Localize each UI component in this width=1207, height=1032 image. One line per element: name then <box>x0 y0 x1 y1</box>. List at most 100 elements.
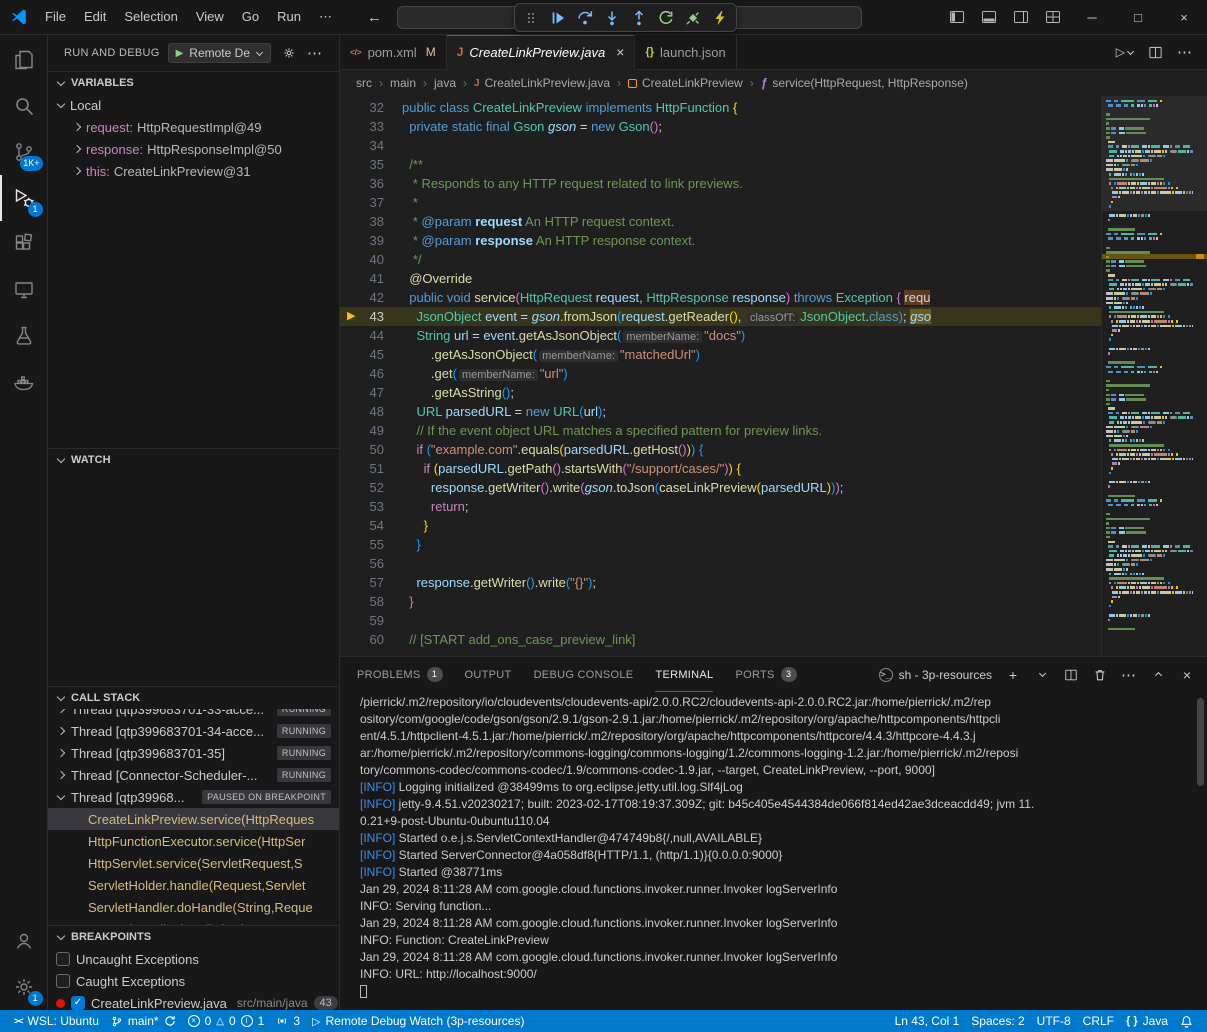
debug-step-over-button[interactable] <box>576 9 594 27</box>
debug-step-out-button[interactable] <box>630 9 648 27</box>
thread-row[interactable]: Thread [qtp399683701-33-acce...RUNNING <box>48 709 339 720</box>
stack-frame-row[interactable]: ScopedHandler.handle(String,Requ <box>48 918 339 925</box>
code-line[interactable]: 52 response.getWriter().write(gson.toJso… <box>340 478 1101 497</box>
code-line[interactable]: 32public class CreateLinkPreview impleme… <box>340 98 1101 117</box>
close-panel-icon[interactable]: × <box>1179 667 1195 683</box>
thread-row[interactable]: Thread [qtp399683701-35]RUNNING <box>48 742 339 764</box>
code-line[interactable]: 40 */ <box>340 250 1101 269</box>
debug-status[interactable]: ▷ Remote Debug Watch (3p-resources) <box>306 1010 530 1032</box>
ports-indicator[interactable]: 3 <box>270 1010 306 1032</box>
breakpoint-checkbox[interactable] <box>56 952 70 966</box>
code-line[interactable]: 56 <box>340 554 1101 573</box>
menu-item[interactable]: File <box>36 4 75 30</box>
sidebar-more-actions-icon[interactable]: ⋯ <box>307 44 323 62</box>
stack-frame-row[interactable]: CreateLinkPreview.service(HttpReques <box>48 808 339 830</box>
breakpoint-checkbox[interactable] <box>56 974 70 988</box>
code-line[interactable]: 49 // If the event object URL matches a … <box>340 421 1101 440</box>
search-icon[interactable] <box>0 83 48 129</box>
variable-row-request[interactable]: request:HttpRequestImpl@49 <box>48 116 339 138</box>
code-line[interactable]: 39 * @param response An HTTP response co… <box>340 231 1101 250</box>
run-java-button[interactable]: ▷ <box>1116 45 1134 59</box>
breadcrumb-item[interactable]: ƒservice(HttpRequest, HttpResponse) <box>761 76 968 90</box>
menu-item[interactable]: Go <box>233 4 268 30</box>
split-editor-icon[interactable] <box>1148 45 1163 60</box>
code-line[interactable]: 35 /** <box>340 155 1101 174</box>
terminal-scrollbar[interactable] <box>1197 698 1204 786</box>
code-line[interactable]: 44 String url = event.getAsJsonObject(me… <box>340 326 1101 345</box>
menu-item[interactable]: Selection <box>115 4 186 30</box>
code-line[interactable]: 37 * <box>340 193 1101 212</box>
breakpoint-row[interactable]: ✓CreateLinkPreview.javasrc/main/java43 <box>48 992 339 1010</box>
breadcrumb-item[interactable]: CreateLinkPreview <box>628 76 743 90</box>
notifications-bell[interactable] <box>1174 1010 1199 1032</box>
panel-tab-output[interactable]: OUTPUT <box>465 657 512 692</box>
problems-indicator[interactable]: × 0 △ 0 i 1 <box>182 1010 271 1032</box>
code-line[interactable]: 38 * @param request An HTTP request cont… <box>340 212 1101 231</box>
menu-item[interactable]: ⋯ <box>310 4 341 30</box>
eol-indicator[interactable]: CRLF <box>1077 1010 1120 1032</box>
toolbar-drag-grip[interactable] <box>522 9 540 27</box>
panel-tab-debug-console[interactable]: DEBUG CONSOLE <box>534 657 634 692</box>
code-line[interactable]: 58 } <box>340 592 1101 611</box>
start-debug-icon[interactable]: ▶ <box>176 48 184 59</box>
extensions-icon[interactable] <box>0 221 48 267</box>
breadcrumb-item[interactable]: java <box>434 76 456 90</box>
code-line[interactable]: 33 private static final Gson gson = new … <box>340 117 1101 136</box>
remote-indicator[interactable]: >< WSL: Ubuntu <box>8 1010 105 1032</box>
maximize-panel-icon[interactable] <box>1150 667 1166 683</box>
debug-settings-gear-icon[interactable] <box>279 43 299 63</box>
code-line[interactable]: 59 <box>340 611 1101 630</box>
menu-item[interactable]: Run <box>268 4 310 30</box>
settings-gear-icon[interactable]: 1 <box>0 964 48 1010</box>
terminal-dropdown-icon[interactable] <box>1034 667 1050 683</box>
run-and-debug-icon[interactable]: 1 <box>0 175 48 221</box>
panel-tab-ports[interactable]: PORTS3 <box>735 657 796 692</box>
stack-frame-row[interactable]: ServletHolder.handle(Request,Servlet <box>48 874 339 896</box>
breakpoint-row[interactable]: Uncaught Exceptions <box>48 948 339 970</box>
branch-indicator[interactable]: main* <box>105 1010 182 1032</box>
thread-row[interactable]: Thread [qtp39968...PAUSED ON BREAKPOINT <box>48 786 339 808</box>
debug-restart-button[interactable] <box>657 9 675 27</box>
code-line[interactable]: 45 .getAsJsonObject(memberName:"matchedU… <box>340 345 1101 364</box>
maximize-button[interactable]: □ <box>1115 0 1161 35</box>
docker-icon[interactable] <box>0 359 48 405</box>
tab-pom-xml[interactable]: </>pom.xmlM <box>340 35 447 70</box>
tab-close-icon[interactable]: × <box>616 44 624 60</box>
breakpoint-checkbox[interactable]: ✓ <box>71 996 85 1010</box>
code-line[interactable]: 47 .getAsString(); <box>340 383 1101 402</box>
breadcrumb-item[interactable]: main <box>390 76 416 90</box>
thread-row[interactable]: Thread [Connector-Scheduler-...RUNNING <box>48 764 339 786</box>
back-arrow-icon[interactable]: ← <box>367 9 382 26</box>
minimize-button[interactable]: ─ <box>1069 0 1115 35</box>
menu-item[interactable]: Edit <box>75 4 115 30</box>
code-line[interactable]: 50 if ("example.com".equals(parsedURL.ge… <box>340 440 1101 459</box>
code-editor[interactable]: 32public class CreateLinkPreview impleme… <box>340 96 1207 656</box>
code-line[interactable]: 34 <box>340 136 1101 155</box>
variables-scope-local[interactable]: Local <box>48 94 339 116</box>
code-line[interactable]: 57 response.getWriter().write("{}"); <box>340 573 1101 592</box>
toggle-secondary-sidebar-icon[interactable] <box>1008 4 1034 30</box>
breadcrumb-item[interactable]: JCreateLinkPreview.java <box>474 76 610 90</box>
code-line[interactable]: 48 URL parsedURL = new URL(url); <box>340 402 1101 421</box>
code-line[interactable]: 42 public void service(HttpRequest reque… <box>340 288 1101 307</box>
hot-code-replace-button[interactable] <box>711 9 729 27</box>
variable-row-this[interactable]: this:CreateLinkPreview@31 <box>48 160 339 182</box>
stack-frame-row[interactable]: HttpServlet.service(ServletRequest,S <box>48 852 339 874</box>
variables-header[interactable]: VARIABLES <box>48 72 339 94</box>
watch-header[interactable]: WATCH <box>48 449 339 471</box>
close-window-button[interactable]: × <box>1161 0 1207 35</box>
customize-layout-icon[interactable] <box>1040 4 1066 30</box>
account-icon[interactable] <box>0 918 48 964</box>
launch-config-dropdown[interactable]: ▶ Remote De <box>168 43 271 63</box>
testing-icon[interactable] <box>0 313 48 359</box>
code-line[interactable]: 60 // [START add_ons_case_preview_link] <box>340 630 1101 649</box>
code-line[interactable]: 46 .get(memberName:"url") <box>340 364 1101 383</box>
panel-tab-problems[interactable]: PROBLEMS1 <box>357 657 443 692</box>
tab-launch-json[interactable]: {}launch.json <box>635 35 736 70</box>
toggle-sidebar-icon[interactable] <box>944 4 970 30</box>
code-line[interactable]: 36 * Responds to any HTTP request relate… <box>340 174 1101 193</box>
stack-frame-row[interactable]: HttpFunctionExecutor.service(HttpSer <box>48 830 339 852</box>
toggle-panel-icon[interactable] <box>976 4 1002 30</box>
panel-tab-terminal[interactable]: TERMINAL <box>655 657 713 692</box>
explorer-icon[interactable] <box>0 37 48 83</box>
